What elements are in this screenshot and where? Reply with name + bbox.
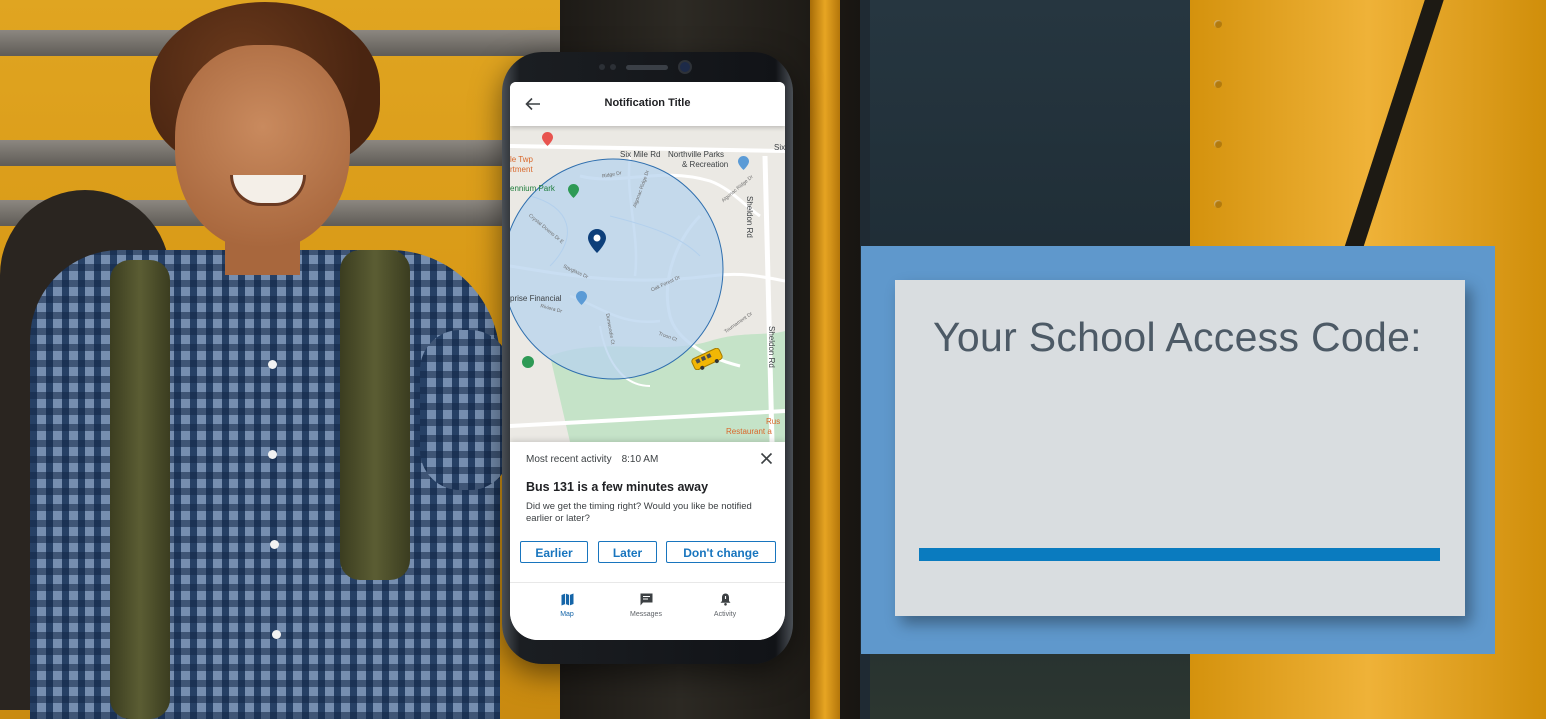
map-label: Northville Parks: [668, 150, 725, 159]
map-label: le Twp: [510, 155, 533, 164]
tab-label: Messages: [630, 611, 662, 618]
rivet: [1214, 200, 1222, 208]
bus-door-post: [810, 0, 840, 719]
access-code-title: Your School Access Code:: [933, 314, 1422, 360]
later-button[interactable]: Later: [598, 541, 657, 563]
access-code-input-line[interactable]: [919, 548, 1440, 561]
app-bar: Notification Title: [510, 82, 785, 126]
tab-label: Activity: [713, 611, 737, 618]
tab-activity[interactable]: Activity: [690, 593, 760, 618]
smartphone: Notification Title Six Mile Rd Northvill…: [502, 52, 793, 664]
map-label: prise Financial: [510, 294, 562, 303]
location-pin-icon[interactable]: [588, 229, 606, 253]
activity-sheet: Most recent activity 8:10 AM Bus 131 is a…: [510, 442, 785, 582]
activity-time: 8:10 AM: [621, 454, 659, 465]
rivet: [1214, 140, 1222, 148]
activity-header: Most recent activity 8:10 AM: [526, 454, 658, 465]
message-icon: [640, 593, 652, 606]
access-code-panel: Your School Access Code:: [895, 280, 1465, 616]
bottom-tab-bar: Map Messages Activity: [510, 582, 785, 640]
phone-sensor: [599, 64, 605, 70]
map-label: Restaurant a: [726, 427, 772, 436]
backpack-strap: [110, 260, 170, 719]
phone-screen: Notification Title Six Mile Rd Northvill…: [510, 82, 785, 640]
map-label: Sheldon Rd: [745, 196, 754, 238]
phone-speaker: [626, 65, 668, 70]
shirt-button: [268, 450, 277, 459]
rivet: [1214, 20, 1222, 28]
map-view[interactable]: Six Mile Rd Northville Parks & Recreatio…: [510, 126, 785, 442]
arm: [420, 330, 510, 490]
map-label: Six Mile Rd: [620, 150, 661, 159]
rivet: [1214, 80, 1222, 88]
notification-title: Notification Title: [604, 97, 691, 109]
face: [175, 45, 350, 250]
activity-heading: Most recent activity: [526, 454, 612, 465]
tab-label: Map: [560, 611, 574, 618]
shirt-button: [272, 630, 281, 639]
map-label: Rus: [766, 417, 781, 426]
business-marker-icon: [576, 291, 587, 305]
park-marker-icon: [568, 184, 579, 198]
tab-messages[interactable]: Messages: [611, 593, 681, 618]
map-label: Sheldon Rd: [767, 326, 776, 368]
dont-change-button[interactable]: Don't change: [666, 541, 776, 563]
map-label: & Recreation: [682, 160, 729, 169]
shirt-button: [268, 360, 277, 369]
school-bus-icon[interactable]: [690, 348, 724, 370]
map-label: rtment: [510, 165, 533, 174]
park-dot-icon: [522, 356, 534, 368]
place-marker-icon: [542, 132, 553, 146]
map-label: ennium Park: [510, 184, 555, 193]
phone-sensor: [610, 64, 616, 70]
map-label: Six: [774, 143, 785, 152]
tab-map[interactable]: Map: [532, 593, 602, 618]
bell-icon: [720, 593, 730, 606]
backpack-strap: [340, 250, 410, 580]
close-icon[interactable]: [760, 452, 773, 465]
activity-title: Bus 131 is a few minutes away: [526, 480, 709, 494]
earlier-button[interactable]: Earlier: [520, 541, 588, 563]
parks-marker-icon: [738, 156, 749, 170]
plaid-shirt: [30, 250, 500, 719]
shirt-button: [270, 540, 279, 549]
front-camera: [680, 62, 690, 72]
activity-message: Did we get the timing right? Would you l…: [526, 501, 752, 524]
map-icon: [561, 593, 573, 606]
